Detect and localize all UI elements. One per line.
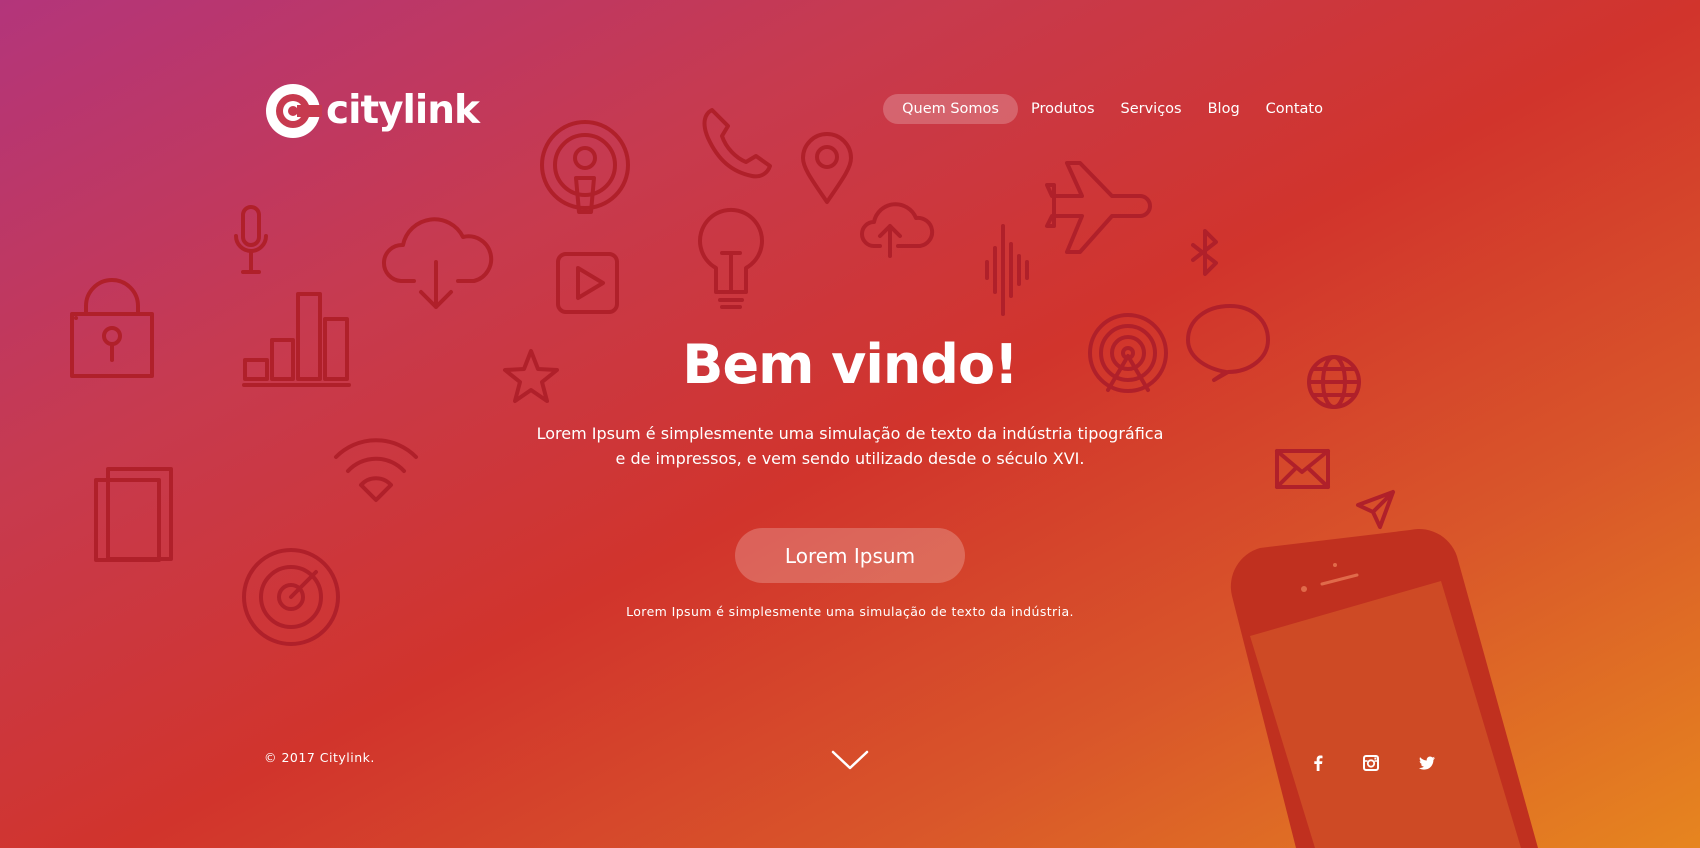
location-pin-icon xyxy=(801,132,853,204)
hero-small-text: Lorem Ipsum é simplesmente uma simulação… xyxy=(626,604,1074,619)
nav-item-produtos[interactable]: Produtos xyxy=(1018,94,1108,124)
podcast-icon xyxy=(540,120,630,214)
chevron-down-icon[interactable] xyxy=(830,748,870,772)
citylink-logo-icon xyxy=(266,84,322,138)
cloud-upload-icon xyxy=(860,202,935,258)
twitter-icon[interactable] xyxy=(1415,752,1439,774)
copyright-text: © 2017 Citylink. xyxy=(264,750,375,765)
brand-logo[interactable]: citylink xyxy=(264,82,480,140)
sound-wave-icon xyxy=(985,224,1029,316)
facebook-icon[interactable] xyxy=(1306,752,1330,774)
hero-description: Lorem Ipsum é simplesmente uma simulação… xyxy=(0,421,1700,471)
nav-item-contato[interactable]: Contato xyxy=(1253,94,1336,124)
brand-name: citylink xyxy=(326,88,480,133)
instagram-icon[interactable] xyxy=(1359,752,1383,774)
hero-description-line-1: Lorem Ipsum é simplesmente uma simulação… xyxy=(536,424,1164,443)
paper-plane-icon xyxy=(1356,490,1395,529)
play-icon xyxy=(556,252,619,314)
phone-icon xyxy=(702,108,772,179)
nav-item-blog[interactable]: Blog xyxy=(1195,94,1253,124)
main-nav: Quem Somos Produtos Serviços Blog Contat… xyxy=(883,94,1336,124)
hero-description-line-2: e de impressos, e vem sendo utilizado de… xyxy=(615,449,1085,468)
cloud-download-icon xyxy=(381,217,494,309)
cta-button[interactable]: Lorem Ipsum xyxy=(735,528,965,583)
hero-title: Bem vindo! xyxy=(682,333,1018,396)
microphone-icon xyxy=(234,205,268,274)
target-icon xyxy=(242,548,340,646)
documents-icon xyxy=(94,467,173,562)
lightbulb-icon xyxy=(698,207,764,309)
smartphone-illustration xyxy=(1230,528,1538,848)
bluetooth-icon xyxy=(1191,229,1218,276)
nav-item-quem-somos[interactable]: Quem Somos xyxy=(883,94,1018,124)
nav-item-servicos[interactable]: Serviços xyxy=(1108,94,1195,124)
airplane-icon xyxy=(1045,161,1152,254)
